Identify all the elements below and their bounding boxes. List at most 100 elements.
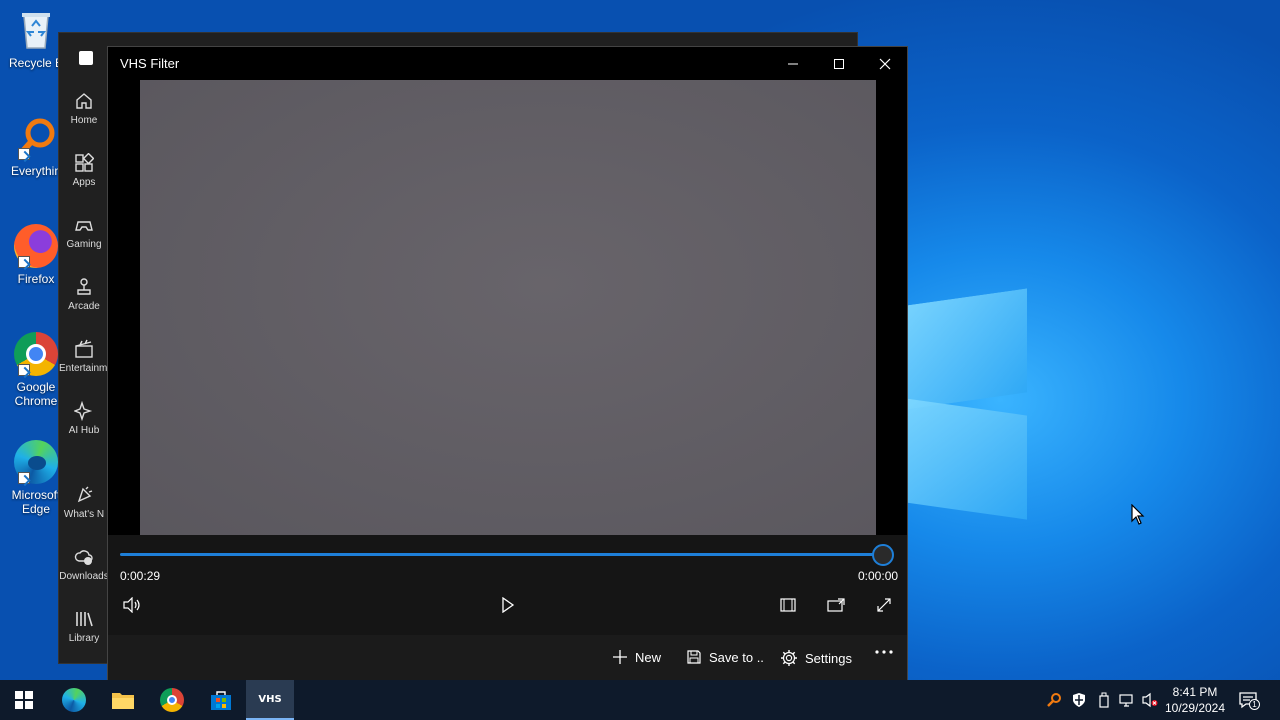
firefox-icon: [14, 224, 58, 268]
notification-count-badge: 1: [1249, 699, 1260, 710]
play-button[interactable]: [494, 593, 522, 617]
store-nav-apps[interactable]: Apps: [59, 141, 109, 203]
mini-view-icon: [827, 598, 845, 612]
store-nav-label: Apps: [72, 177, 96, 188]
store-nav-whats-new[interactable]: What's N: [59, 473, 109, 535]
settings-button[interactable]: Settings: [780, 649, 852, 667]
joystick-icon: [77, 278, 91, 295]
clock-date: 10/29/2024: [1164, 701, 1226, 715]
fullscreen-button[interactable]: [870, 593, 898, 617]
store-nav-entertainment[interactable]: Entertainment: [59, 327, 109, 389]
whats-new-icon: [77, 486, 93, 503]
volume-muted-icon[interactable]: [1142, 692, 1158, 708]
sparkle-icon: [74, 401, 93, 421]
desktop-icon-label: Microsoft Edge: [11, 488, 61, 516]
store-sidebar: Home Apps Gaming Arcade Entertainment AI…: [59, 79, 109, 659]
desktop-icon-label: Everythin: [10, 164, 62, 178]
library-icon: [76, 612, 93, 627]
chrome-icon: [160, 688, 184, 712]
clock-time: 8:41 PM: [1172, 685, 1218, 699]
shortcut-arrow-icon: [18, 148, 30, 160]
desktop-icon-label: Google Chrome: [14, 380, 58, 408]
maximize-button[interactable]: [816, 47, 862, 80]
security-shield-icon[interactable]: [1071, 692, 1087, 708]
window-title: VHS Filter: [120, 56, 180, 71]
gamepad-icon: [75, 221, 93, 231]
edge-icon: [14, 440, 58, 484]
store-nav-label: AI Hub: [68, 425, 100, 436]
store-nav-gaming[interactable]: Gaming: [59, 203, 109, 265]
vhs-titlebar[interactable]: VHS Filter: [108, 47, 907, 80]
maximize-icon: [834, 58, 844, 69]
file-explorer-icon: [112, 693, 134, 709]
store-nav-home[interactable]: Home: [59, 79, 109, 141]
everything-tray-icon[interactable]: [1046, 692, 1062, 708]
minimize-button[interactable]: [770, 47, 816, 80]
edge-icon: [62, 688, 86, 712]
seek-bar[interactable]: [120, 553, 884, 556]
taskbar-chrome[interactable]: [148, 680, 196, 720]
taskbar-store[interactable]: [197, 680, 245, 720]
more-options-button[interactable]: [874, 649, 894, 655]
elapsed-time: 0:00:29: [120, 569, 161, 583]
aspect-ratio-button[interactable]: [774, 593, 802, 617]
settings-button-label: Settings: [805, 650, 852, 666]
shortcut-arrow-icon: [18, 364, 30, 376]
seek-thumb[interactable]: [872, 544, 894, 566]
aspect-ratio-icon: [780, 598, 796, 612]
store-nav-library[interactable]: Library: [59, 597, 109, 659]
vhs-app-icon: VHS: [258, 693, 282, 705]
vhs-filter-window[interactable]: VHS Filter 0:00:29 0:00:00 New Save to .…: [107, 46, 908, 681]
volume-icon: [123, 597, 140, 613]
everything-search-icon: [14, 116, 58, 160]
usb-device-icon[interactable]: [1096, 692, 1112, 708]
cloud-download-icon: [74, 550, 93, 565]
gear-icon: [781, 650, 797, 666]
taskbar-vhs-filter[interactable]: VHS: [246, 680, 294, 720]
shortcut-arrow-icon: [18, 256, 30, 268]
minimize-icon: [788, 63, 798, 64]
recycle-bin-icon: [14, 8, 58, 52]
close-button[interactable]: [862, 47, 908, 80]
start-button[interactable]: [0, 680, 48, 720]
store-nav-label: What's N: [63, 509, 105, 520]
new-button[interactable]: New: [612, 649, 661, 665]
system-clock[interactable]: 8:41 PM 10/29/2024: [1160, 684, 1230, 716]
new-button-label: New: [635, 649, 662, 665]
taskbar-file-explorer[interactable]: [99, 680, 147, 720]
store-icon: [79, 51, 93, 65]
store-nav-downloads[interactable]: Downloads: [59, 535, 109, 597]
clapperboard-icon: [75, 339, 93, 358]
store-nav-label: Library: [68, 633, 100, 644]
volume-button[interactable]: [118, 593, 146, 617]
mini-view-button[interactable]: [822, 593, 850, 617]
shortcut-arrow-icon: [18, 472, 30, 484]
save-to-button-label: Save to ..: [709, 649, 764, 665]
save-to-button[interactable]: Save to ..: [686, 649, 764, 665]
taskbar-edge[interactable]: [50, 680, 98, 720]
store-nav-label: Entertainment: [59, 363, 109, 374]
close-icon: [879, 58, 891, 69]
taskbar: VHS 8:41 PM 10/29/2024 1: [0, 680, 1280, 720]
remaining-time: 0:00:00: [858, 569, 899, 583]
desktop-icon-label: Firefox: [17, 272, 55, 286]
fullscreen-icon: [877, 598, 891, 612]
store-nav-label: Downloads: [59, 571, 109, 582]
windows-start-icon: [15, 691, 33, 709]
network-icon[interactable]: [1119, 692, 1135, 708]
save-icon: [687, 650, 701, 664]
store-nav-ai-hub[interactable]: AI Hub: [59, 389, 109, 451]
store-nav-arcade[interactable]: Arcade: [59, 265, 109, 327]
command-bar: New Save to .. Settings: [108, 635, 907, 681]
notification-center-button[interactable]: 1: [1238, 690, 1260, 710]
plus-icon: [613, 650, 627, 664]
playback-controls: 0:00:29 0:00:00: [108, 535, 907, 635]
store-nav-label: Gaming: [66, 239, 102, 250]
more-icon: [875, 650, 893, 654]
store-nav-label: Arcade: [68, 301, 100, 312]
apps-icon: [75, 153, 94, 172]
video-preview[interactable]: [140, 80, 876, 535]
home-icon: [76, 93, 92, 109]
windows-logo-wallpaper: [905, 283, 1030, 521]
mouse-cursor-icon: [1131, 504, 1145, 525]
